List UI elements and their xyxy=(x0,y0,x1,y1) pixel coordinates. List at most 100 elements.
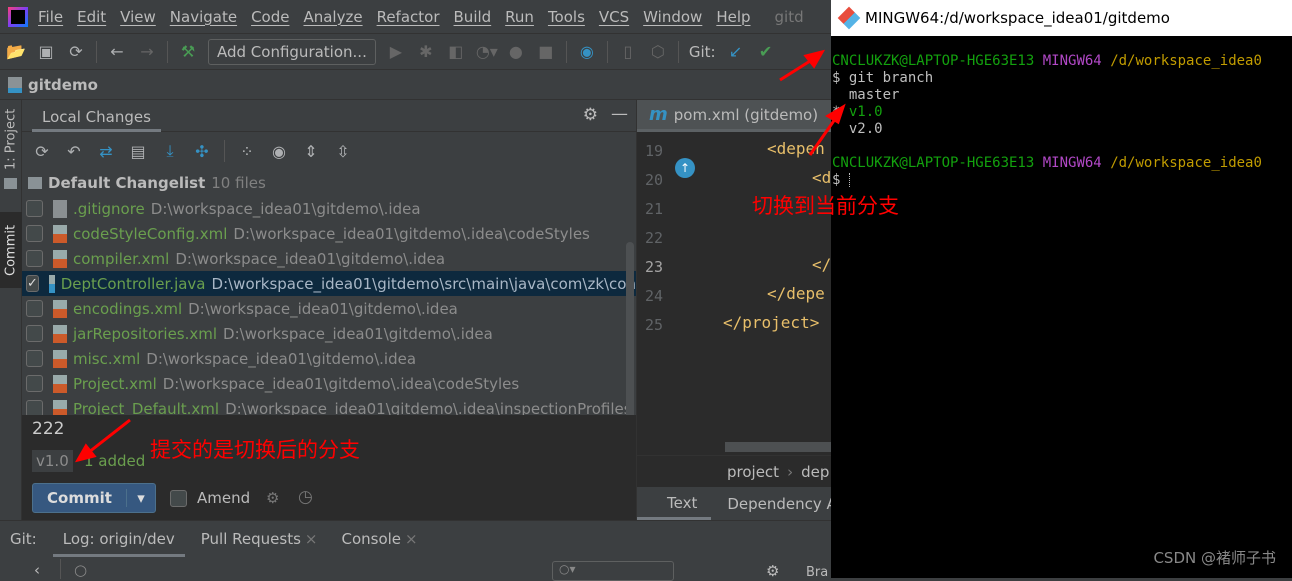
add-configuration-button[interactable]: Add Configuration... xyxy=(208,38,376,65)
history-clock-icon[interactable]: ◷ xyxy=(298,487,313,507)
changelist-header[interactable]: Default Changelist 10 files xyxy=(22,170,636,196)
close-icon[interactable]: × xyxy=(405,530,418,548)
file-checkbox[interactable] xyxy=(26,200,43,217)
changelist-icon[interactable]: ▤ xyxy=(128,142,148,161)
branch-line: master xyxy=(848,87,900,103)
menu-window[interactable]: Window xyxy=(643,8,702,26)
build-hammer-icon[interactable]: ⚒ xyxy=(178,42,198,61)
code-line[interactable]: </ xyxy=(812,255,831,274)
git-update-icon[interactable]: ↙ xyxy=(726,42,746,61)
code-line[interactable]: </project> xyxy=(723,313,819,332)
tab-commit[interactable]: Commit xyxy=(0,212,22,288)
file-checkbox[interactable]: ✓ xyxy=(26,275,39,292)
gear-icon[interactable]: ⚙ xyxy=(766,562,779,580)
file-row[interactable]: jarRepositories.xml D:\workspace_idea01\g… xyxy=(22,321,636,346)
search-icon[interactable]: ○ xyxy=(74,561,87,579)
amend-checkbox-box[interactable] xyxy=(170,489,187,507)
file-checkbox[interactable] xyxy=(26,250,43,267)
tab-project[interactable]: 1: Project xyxy=(0,104,22,174)
forward-icon[interactable]: → xyxy=(137,42,157,61)
tab-local-changes[interactable]: Local Changes xyxy=(32,100,161,132)
project-name[interactable]: gitdemo xyxy=(28,76,98,94)
git-bash-terminal[interactable]: MINGW64:/d/workspace_idea01/gitdemo CNCL… xyxy=(831,0,1292,578)
breadcrumb-item[interactable]: dep xyxy=(801,463,829,481)
scrollbar[interactable] xyxy=(626,242,634,415)
tab-pull-requests[interactable]: Pull Requests xyxy=(185,530,305,548)
editor-tab-pom[interactable]: m pom.xml (gitdemo) xyxy=(637,100,831,132)
git-commit-check-icon[interactable]: ✔ xyxy=(756,42,776,61)
menu-help[interactable]: Help xyxy=(716,8,750,26)
menu-navigate[interactable]: Navigate xyxy=(170,8,237,26)
file-checkbox[interactable] xyxy=(26,300,43,317)
file-row[interactable]: .gitignore D:\workspace_idea01\gitdemo\.i… xyxy=(22,196,636,221)
profile-icon[interactable]: ◔▾ xyxy=(476,42,498,61)
menu-code[interactable]: Code xyxy=(251,8,289,26)
tab-console[interactable]: Console xyxy=(341,530,405,548)
menu-edit[interactable]: Edit xyxy=(77,8,106,26)
file-checkbox[interactable] xyxy=(26,225,43,242)
file-row[interactable]: Project.xml D:\workspace_idea01\gitdemo\.… xyxy=(22,371,636,396)
tab-log[interactable]: Log: origin/dev xyxy=(52,521,185,557)
diff-icon[interactable]: ⇄ xyxy=(96,142,116,161)
file-row[interactable]: ✓ DeptController.java D:\workspace_idea01\… xyxy=(22,271,636,296)
shelve-icon[interactable]: ⤓ xyxy=(160,141,180,161)
merge-icon[interactable]: ✣ xyxy=(192,142,212,161)
commit-settings-gear-icon[interactable]: ⚙ xyxy=(266,489,279,507)
file-checkbox[interactable] xyxy=(26,350,43,367)
update-plugin-icon[interactable]: ◉ xyxy=(577,42,597,61)
menu-file[interactable]: File xyxy=(38,8,63,26)
vcs-gutter-icon[interactable]: ↑ xyxy=(675,158,695,178)
back-icon[interactable]: ← xyxy=(107,42,127,61)
tab-dependency-analyzer[interactable]: Dependency A xyxy=(711,495,831,513)
commit-message-text[interactable]: 222 xyxy=(32,419,64,439)
file-checkbox[interactable] xyxy=(26,375,43,392)
commit-message-area[interactable]: 222 v1.0 1 added Commit ▾ Amend ⚙ ◷ xyxy=(22,415,636,520)
breadcrumb-item[interactable]: project xyxy=(727,463,779,481)
expand-all-icon[interactable]: ⇕ xyxy=(301,142,321,161)
file-checkbox[interactable] xyxy=(26,325,43,342)
menu-view[interactable]: View xyxy=(120,8,156,26)
coverage-icon[interactable]: ◧ xyxy=(446,42,466,61)
device-icon[interactable]: ▯ xyxy=(618,42,638,61)
divider xyxy=(167,40,168,63)
sync-icon[interactable]: ⟳ xyxy=(66,42,86,61)
branch-search-input[interactable]: ○▾ xyxy=(552,561,674,581)
collapse-chevron-icon[interactable]: ‹ xyxy=(34,561,40,579)
file-row[interactable]: compiler.xml D:\workspace_idea01\gitdemo\… xyxy=(22,246,636,271)
code-line[interactable]: <d xyxy=(812,168,831,187)
code-line[interactable]: </depe xyxy=(767,284,825,303)
open-folder-icon[interactable]: 📂 xyxy=(6,42,26,61)
menu-run[interactable]: Run xyxy=(505,8,534,26)
close-icon[interactable]: × xyxy=(305,530,318,548)
group-by-icon[interactable]: ⁘ xyxy=(237,142,257,161)
debug-icon[interactable]: ✱ xyxy=(416,42,436,61)
file-row[interactable]: codeStyleConfig.xml D:\workspace_idea01\g… xyxy=(22,221,636,246)
tab-text[interactable]: Text xyxy=(637,487,712,520)
collapse-all-icon[interactable]: ⇳ xyxy=(333,142,353,161)
menu-vcs[interactable]: VCS xyxy=(599,8,629,26)
refresh-icon[interactable]: ⟳ xyxy=(32,142,52,161)
sdk-icon[interactable]: ⬡ xyxy=(648,42,668,61)
file-row[interactable]: encodings.xml D:\workspace_idea01\gitdemo… xyxy=(22,296,636,321)
menu-refactor[interactable]: Refactor xyxy=(377,8,440,26)
commit-options-chevron-icon[interactable]: ▾ xyxy=(127,489,155,507)
run-icon[interactable]: ▶ xyxy=(386,42,406,61)
code-line[interactable]: <depen xyxy=(767,139,825,158)
menu-build[interactable]: Build xyxy=(454,8,492,26)
record-icon[interactable]: ● xyxy=(506,42,526,61)
commit-button[interactable]: Commit xyxy=(33,489,127,507)
view-options-icon[interactable]: ◉ xyxy=(269,142,289,161)
horizontal-scrollbar[interactable] xyxy=(725,442,831,452)
amend-checkbox[interactable]: Amend xyxy=(170,489,250,507)
menu-analyze[interactable]: Analyze xyxy=(303,8,362,26)
gear-icon[interactable]: ⚙ xyxy=(583,105,598,125)
rollback-icon[interactable]: ↶ xyxy=(64,142,84,161)
file-row[interactable]: misc.xml D:\workspace_idea01\gitdemo\.ide… xyxy=(22,346,636,371)
file-checkbox[interactable] xyxy=(26,400,43,415)
save-icon[interactable]: ▣ xyxy=(36,42,56,61)
terminal-input-line[interactable]: $ xyxy=(831,172,1292,189)
stop-icon[interactable]: ■ xyxy=(536,42,556,61)
file-row[interactable]: Project_Default.xml D:\workspace_idea01\g… xyxy=(22,396,636,415)
minimize-icon[interactable]: — xyxy=(611,104,628,124)
menu-tools[interactable]: Tools xyxy=(548,8,585,26)
